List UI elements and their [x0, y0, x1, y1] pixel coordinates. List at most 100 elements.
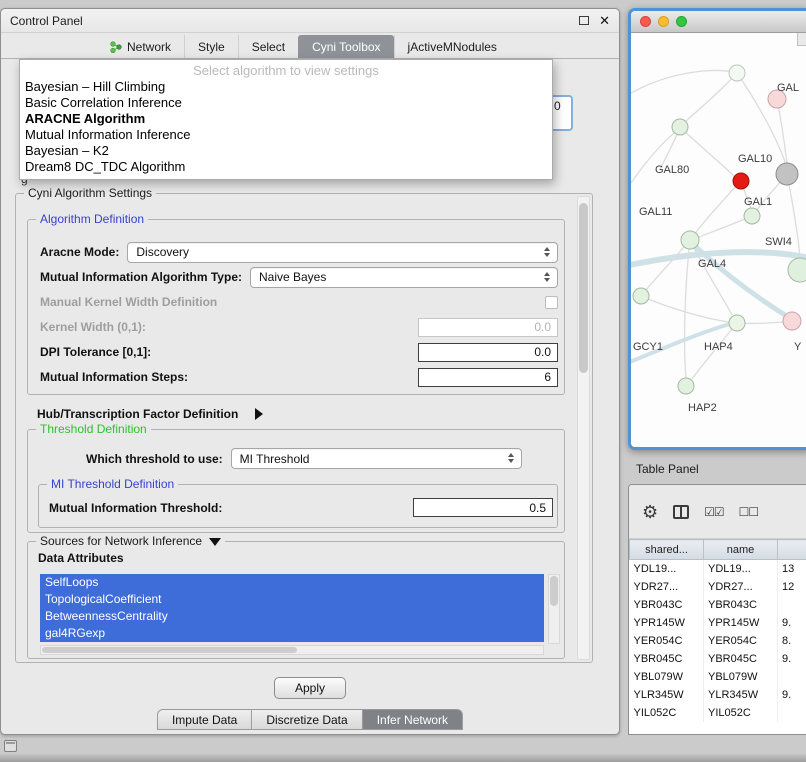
table-settings-gear-icon[interactable]: ⚙ — [642, 503, 658, 521]
dpi-tolerance-label: DPI Tolerance [0,1]: — [40, 345, 151, 359]
algorithm-option[interactable]: ARACNE Algorithm — [20, 111, 552, 127]
table-row[interactable]: YDR27...YDR27...12 — [630, 578, 806, 596]
table-row[interactable]: YIL052CYIL052C — [630, 704, 806, 722]
tab-network[interactable]: Network — [97, 35, 184, 58]
network-node[interactable] — [783, 312, 801, 330]
network-window-titlebar[interactable] — [631, 11, 806, 33]
sources-toggle[interactable]: Sources for Network Inference — [36, 534, 225, 549]
bottom-tabbar: Impute Data Discretize Data Infer Networ… — [157, 709, 463, 730]
table-row[interactable]: YLR345WYLR345W9. — [630, 686, 806, 704]
minimized-panel-icon[interactable] — [4, 740, 17, 752]
network-node[interactable] — [744, 208, 760, 224]
table-column-header[interactable]: name — [704, 540, 778, 560]
tab-jactivemodules[interactable]: jActiveMNodules — [394, 35, 510, 58]
table-column-header[interactable]: shared... — [630, 540, 704, 560]
tab-select[interactable]: Select — [238, 35, 298, 58]
attributes-vscrollbar-thumb[interactable] — [550, 576, 558, 606]
mi-steps-label: Mutual Information Steps: — [40, 370, 188, 384]
network-node[interactable] — [729, 315, 745, 331]
data-attribute-item[interactable]: gal4RGexp — [40, 625, 544, 642]
algorithm-listbox: Bayesian – Hill ClimbingBasic Correlatio… — [20, 79, 552, 175]
algorithm-dropdown-placeholder: Select algorithm to view settings — [20, 62, 552, 79]
algorithm-option[interactable]: Bayesian – K2 — [20, 143, 552, 159]
combo-arrows-icon — [508, 453, 514, 463]
table-row[interactable]: YER054CYER054C8. — [630, 632, 806, 650]
which-threshold-value: MI Threshold — [240, 452, 310, 466]
expand-arrow-icon — [255, 408, 263, 420]
desktop: Control Panel ✕ Network Style Select Cyn… — [0, 0, 806, 762]
network-node[interactable] — [733, 173, 749, 189]
network-node[interactable] — [681, 231, 699, 249]
apply-button[interactable]: Apply — [274, 677, 346, 699]
table-row[interactable]: YDL19...YDL19...13 — [630, 560, 806, 578]
hub-definition-toggle[interactable]: Hub/Transcription Factor Definition — [37, 407, 263, 421]
algorithm-option[interactable]: Basic Correlation Inference — [20, 95, 552, 111]
tab-discretize-data[interactable]: Discretize Data — [252, 709, 362, 730]
table-row[interactable]: YPR145WYPR145W9. — [630, 614, 806, 632]
settings-scrollbar[interactable] — [577, 196, 590, 660]
network-node[interactable] — [729, 65, 745, 81]
network-node[interactable] — [633, 288, 649, 304]
spinner-value: 0 — [554, 99, 561, 113]
table-column-header[interactable] — [778, 540, 806, 560]
network-node[interactable] — [788, 258, 806, 282]
desktop-bottom-edge — [0, 754, 806, 762]
control-panel-tabbar: Network Style Select Cyni Toolbox jActiv… — [1, 35, 619, 59]
table-body: YDL19...YDL19...13YDR27...YDR27...12YBR0… — [630, 560, 806, 722]
tab-label: Select — [252, 40, 285, 54]
close-panel-icon[interactable]: ✕ — [599, 14, 610, 27]
table-row[interactable]: YBR045CYBR045C9. — [630, 650, 806, 668]
tab-label: Infer Network — [377, 713, 448, 727]
mi-steps-field[interactable]: 6 — [418, 368, 558, 387]
network-node[interactable] — [776, 163, 798, 185]
tab-label: jActiveMNodules — [408, 40, 497, 54]
algorithm-option[interactable]: Dream8 DC_TDC Algorithm — [20, 159, 552, 175]
sources-title-label: Sources for Network Inference — [40, 534, 202, 548]
birdseye-toggle[interactable] — [797, 33, 806, 46]
control-panel-title: Control Panel — [10, 14, 83, 28]
network-node-label: GAL1 — [744, 196, 772, 208]
mi-type-label: Mutual Information Algorithm Type: — [40, 270, 242, 284]
algorithm-option[interactable]: Bayesian – Hill Climbing — [20, 79, 552, 95]
data-attribute-item[interactable]: SelfLoops — [40, 574, 544, 591]
network-node[interactable] — [678, 378, 694, 394]
column-selector-icon[interactable] — [673, 505, 689, 519]
attributes-vscrollbar[interactable] — [548, 574, 560, 644]
network-node-label: GAL — [777, 82, 799, 94]
aracne-mode-select[interactable]: Discovery — [127, 242, 558, 263]
close-window-icon[interactable] — [640, 16, 651, 27]
tab-style[interactable]: Style — [184, 35, 238, 58]
data-attribute-item[interactable]: TopologicalCoefficient — [40, 591, 544, 608]
minimize-window-icon[interactable] — [658, 16, 669, 27]
kernel-width-field[interactable]: 0.0 — [418, 318, 558, 337]
algorithm-option[interactable]: Mutual Information Inference — [20, 127, 552, 143]
deselect-all-rows-icon[interactable]: ☐☐ — [739, 505, 759, 519]
float-window-icon[interactable] — [579, 16, 589, 25]
tab-label: Discretize Data — [266, 713, 347, 727]
dpi-tolerance-field[interactable]: 0.0 — [418, 343, 558, 362]
algorithm-definition-title: Algorithm Definition — [36, 212, 148, 227]
which-threshold-select[interactable]: MI Threshold — [231, 448, 522, 469]
table-row[interactable]: YBL079WYBL079W — [630, 668, 806, 686]
zoom-window-icon[interactable] — [676, 16, 687, 27]
network-node[interactable] — [672, 119, 688, 135]
data-attributes-list: SelfLoopsTopologicalCoefficientBetweenne… — [40, 574, 544, 642]
network-canvas[interactable]: GALGAL80GAL10GAL11GAL1SWI4GAL4GCY1HAP4YH… — [631, 33, 806, 447]
settings-scrollbar-thumb[interactable] — [579, 203, 588, 373]
threshold-definition-group: Threshold Definition Which threshold to … — [27, 429, 565, 533]
mi-algorithm-type-select[interactable]: Naive Bayes — [250, 267, 558, 288]
tab-infer-network[interactable]: Infer Network — [363, 709, 463, 730]
attributes-hscrollbar-thumb[interactable] — [42, 647, 297, 653]
data-attribute-item[interactable]: BetweennessCentrality — [40, 608, 544, 625]
tab-cyni-toolbox[interactable]: Cyni Toolbox — [298, 35, 393, 58]
table-toolbar: ⚙ ☑☑ ☐☐ — [629, 485, 806, 539]
attributes-hscrollbar[interactable] — [40, 645, 544, 655]
mi-threshold-definition-title: MI Threshold Definition — [47, 477, 178, 492]
tab-impute-data[interactable]: Impute Data — [157, 709, 252, 730]
network-node-label: HAP2 — [688, 402, 717, 414]
manual-kernel-checkbox[interactable] — [545, 296, 558, 309]
aracne-mode-label: Aracne Mode: — [40, 245, 119, 259]
mi-threshold-field[interactable]: 0.5 — [413, 498, 553, 517]
table-row[interactable]: YBR043CYBR043C — [630, 596, 806, 614]
select-all-rows-icon[interactable]: ☑☑ — [704, 505, 724, 519]
